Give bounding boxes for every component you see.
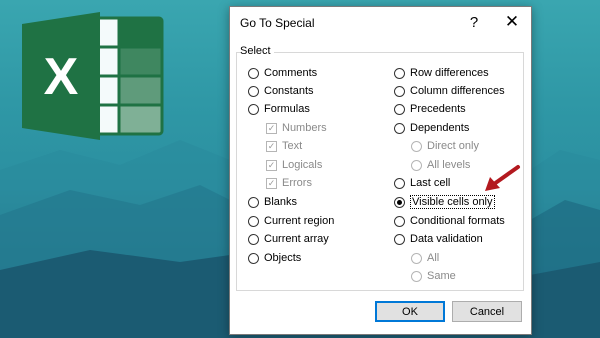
- red-arrow-icon: [485, 165, 520, 191]
- radio-icon: [394, 67, 405, 79]
- radio-icon: [248, 215, 259, 227]
- radio-icon: [394, 85, 405, 97]
- option-label: Comments: [264, 67, 318, 79]
- option-label: Precedents: [410, 103, 466, 115]
- dialog-title: Go To Special: [240, 16, 315, 30]
- option-blanks[interactable]: Blanks: [248, 194, 297, 210]
- option-label: All: [427, 252, 440, 264]
- cancel-button[interactable]: Cancel: [452, 301, 522, 322]
- option-label: Current region: [264, 215, 335, 227]
- option-dependents[interactable]: Dependents: [394, 120, 469, 136]
- option-label: Current array: [264, 233, 329, 245]
- option-label: Blanks: [264, 196, 298, 208]
- help-button[interactable]: ?: [464, 14, 484, 31]
- option-label: Last cell: [410, 177, 451, 189]
- option-formulas[interactable]: Formulas: [248, 101, 310, 117]
- option-direct-only[interactable]: Direct only: [411, 138, 479, 154]
- option-label: Formulas: [264, 103, 310, 115]
- option-precedents[interactable]: Precedents: [394, 101, 466, 117]
- radio-icon: [411, 270, 422, 282]
- option-data-validation[interactable]: Data validation: [394, 231, 483, 247]
- option-label: Visible cells only: [410, 195, 495, 209]
- radio-icon: [394, 122, 405, 134]
- checkbox-label: Text: [282, 140, 303, 152]
- radio-icon: [411, 140, 422, 152]
- checkmark-icon: ✓: [266, 140, 277, 152]
- option-all-levels[interactable]: All levels: [411, 157, 470, 173]
- close-button[interactable]: ✕: [502, 12, 522, 32]
- radio-icon: [394, 215, 405, 227]
- option-label: Dependents: [410, 122, 470, 134]
- option-last-cell[interactable]: Last cell: [394, 175, 450, 191]
- radio-icon: [248, 67, 259, 79]
- option-visible-cells-only[interactable]: Visible cells only: [394, 194, 495, 210]
- excel-logo-letter: X: [44, 48, 79, 106]
- radio-selected-icon: [394, 196, 405, 208]
- option-label: Same: [427, 270, 456, 282]
- option-label: Constants: [264, 85, 314, 97]
- checkmark-icon: ✓: [266, 159, 277, 171]
- checkbox-logicals[interactable]: ✓ Logicals: [266, 157, 322, 173]
- ok-button[interactable]: OK: [375, 301, 445, 322]
- radio-icon: [248, 103, 259, 115]
- option-row-differences[interactable]: Row differences: [394, 65, 489, 81]
- option-validation-same[interactable]: Same: [411, 268, 456, 284]
- option-label: Objects: [264, 252, 302, 264]
- radio-icon: [394, 177, 405, 189]
- radio-icon: [411, 252, 422, 264]
- option-label: Conditional formats: [410, 215, 505, 227]
- option-current-region[interactable]: Current region: [248, 213, 334, 229]
- option-constants[interactable]: Constants: [248, 83, 314, 99]
- radio-icon: [394, 103, 405, 115]
- checkmark-icon: ✓: [266, 177, 277, 189]
- checkmark-icon: ✓: [266, 122, 277, 134]
- radio-icon: [248, 85, 259, 97]
- checkbox-errors[interactable]: ✓ Errors: [266, 175, 312, 191]
- option-objects[interactable]: Objects: [248, 250, 301, 266]
- radio-icon: [248, 233, 259, 245]
- option-label: Direct only: [427, 140, 479, 152]
- select-group-label: Select: [240, 45, 274, 57]
- checkbox-text[interactable]: ✓ Text: [266, 138, 302, 154]
- option-label: Column differences: [410, 85, 505, 97]
- checkbox-label: Numbers: [282, 122, 327, 134]
- radio-icon: [248, 252, 259, 264]
- title-bar: Go To Special ? ✕: [230, 7, 531, 37]
- option-comments[interactable]: Comments: [248, 65, 317, 81]
- excel-logo-icon: X: [22, 12, 164, 140]
- checkbox-numbers[interactable]: ✓ Numbers: [266, 120, 327, 136]
- radio-icon: [248, 196, 259, 208]
- checkbox-label: Logicals: [282, 159, 323, 171]
- option-conditional-formats[interactable]: Conditional formats: [394, 213, 505, 229]
- option-validation-all[interactable]: All: [411, 250, 439, 266]
- option-label: Row differences: [410, 67, 489, 79]
- checkbox-label: Errors: [282, 177, 312, 189]
- option-label: All levels: [427, 159, 471, 171]
- option-label: Data validation: [410, 233, 483, 245]
- radio-icon: [411, 159, 422, 171]
- option-column-differences[interactable]: Column differences: [394, 83, 505, 99]
- option-current-array[interactable]: Current array: [248, 231, 329, 247]
- radio-icon: [394, 233, 405, 245]
